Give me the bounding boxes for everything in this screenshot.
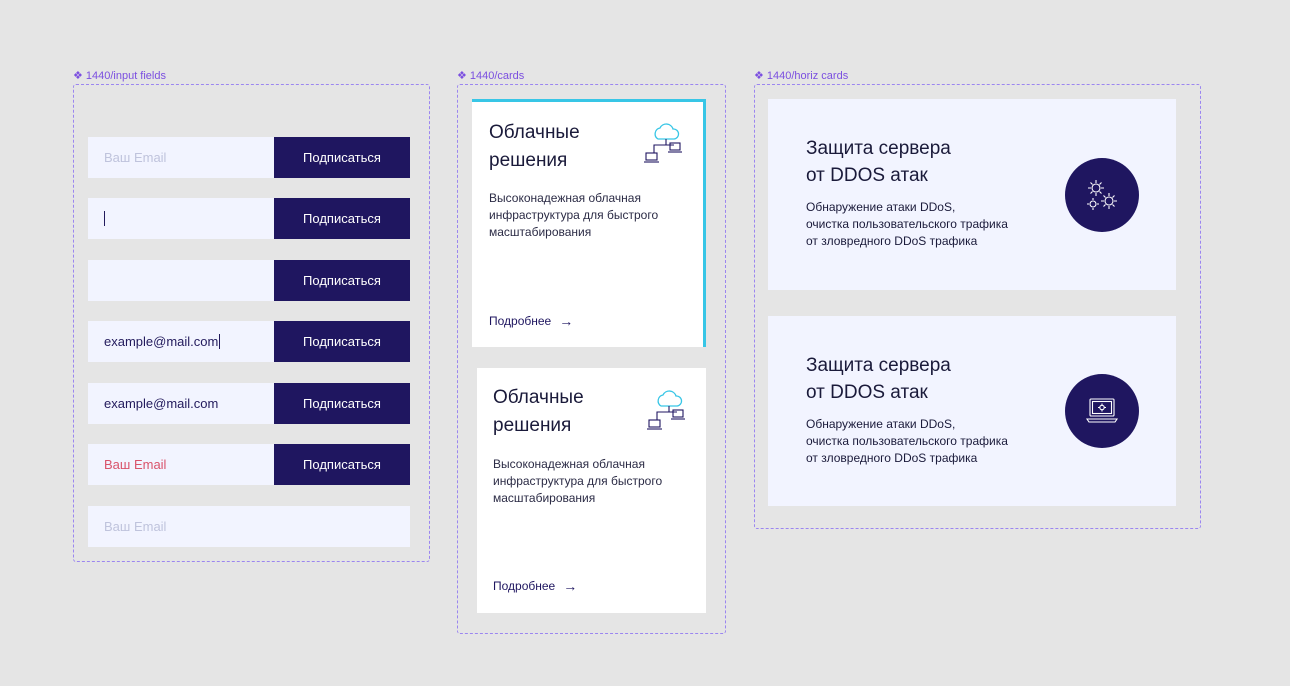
subscribe-button[interactable]: Подписаться — [274, 198, 410, 239]
text-cursor — [219, 334, 221, 349]
more-link[interactable]: Подробнее → — [489, 313, 573, 329]
service-card[interactable]: Облачные решения Высоконадежная облачная и… — [477, 368, 706, 613]
email-input[interactable]: Ваш Email — [88, 444, 274, 485]
email-input[interactable]: Ваш Email — [88, 506, 410, 547]
email-input[interactable] — [88, 198, 274, 239]
card-accent-right — [703, 99, 706, 347]
subscribe-row: Ваш Email Подписаться — [88, 137, 410, 178]
subscribe-button[interactable]: Подписаться — [274, 260, 410, 301]
subscribe-row: Подписаться — [88, 260, 410, 301]
text-cursor — [104, 211, 105, 226]
laptop-gear-icon — [1065, 374, 1139, 448]
card-title: Защита сервера от DDOS атак — [806, 355, 951, 403]
email-placeholder: Ваш Email — [104, 519, 167, 534]
email-placeholder-error: Ваш Email — [104, 457, 167, 472]
email-input[interactable]: example@mail.com — [88, 383, 274, 424]
card-description: Обнаружение атаки DDoS, очистка пользоват… — [806, 200, 1008, 248]
service-card[interactable]: Облачные решения Высоконадежная облачная и… — [472, 99, 706, 347]
card-description: Высоконадежная облачная инфраструктура дл… — [493, 457, 663, 505]
frame-title: 1440/horiz cards — [766, 70, 849, 82]
subscribe-row: example@mail.com Подписаться — [88, 321, 410, 362]
cloud-network-icon — [647, 390, 685, 430]
card-description: Высоконадежная облачная инфраструктура дл… — [489, 191, 659, 239]
email-input[interactable]: example@mail.com — [88, 321, 274, 362]
subscribe-button[interactable]: Подписаться — [274, 137, 410, 178]
subscribe-row: Подписаться — [88, 198, 410, 239]
horiz-card[interactable]: Защита сервера от DDOS атак Обнаружение а… — [768, 99, 1176, 290]
frame-label-horiz-cards: ❖ 1440/horiz cards — [754, 69, 848, 82]
horiz-card[interactable]: Защита сервера от DDOS атак Обнаружение а… — [768, 316, 1176, 506]
email-input[interactable] — [88, 260, 274, 301]
arrow-right-icon: → — [559, 313, 574, 329]
more-label: Подробнее — [489, 314, 552, 328]
frame-title: 1440/cards — [469, 70, 525, 82]
email-value: example@mail.com — [104, 334, 219, 349]
subscribe-button[interactable]: Подписаться — [274, 444, 410, 485]
subscribe-row: Ваш Email — [88, 506, 410, 547]
frame-label-input-fields: ❖ 1440/input fields — [73, 69, 166, 82]
subscribe-row: example@mail.com Подписаться — [88, 383, 410, 424]
arrow-right-icon: → — [563, 578, 578, 594]
subscribe-row: Ваш Email Подписаться — [88, 444, 410, 485]
card-title: Защита сервера от DDOS атак — [806, 138, 951, 186]
frame-label-cards: ❖ 1440/cards — [457, 69, 524, 82]
card-title: Облачные решения — [489, 122, 580, 171]
more-label: Подробнее — [493, 579, 556, 593]
card-title: Облачные решения — [493, 387, 584, 436]
component-icon: ❖ — [457, 70, 467, 82]
component-icon: ❖ — [754, 70, 764, 82]
gears-icon — [1065, 158, 1139, 232]
component-icon: ❖ — [73, 70, 83, 82]
subscribe-button[interactable]: Подписаться — [274, 321, 410, 362]
card-accent-top — [472, 99, 706, 102]
card-description: Обнаружение атаки DDoS, очистка пользоват… — [806, 417, 1008, 465]
cloud-network-icon — [644, 123, 682, 163]
more-link[interactable]: Подробнее → — [493, 578, 577, 594]
subscribe-button[interactable]: Подписаться — [274, 383, 410, 424]
frame-title: 1440/input fields — [85, 70, 166, 82]
email-value: example@mail.com — [104, 396, 219, 411]
email-placeholder: Ваш Email — [104, 150, 167, 165]
email-input[interactable]: Ваш Email — [88, 137, 274, 178]
